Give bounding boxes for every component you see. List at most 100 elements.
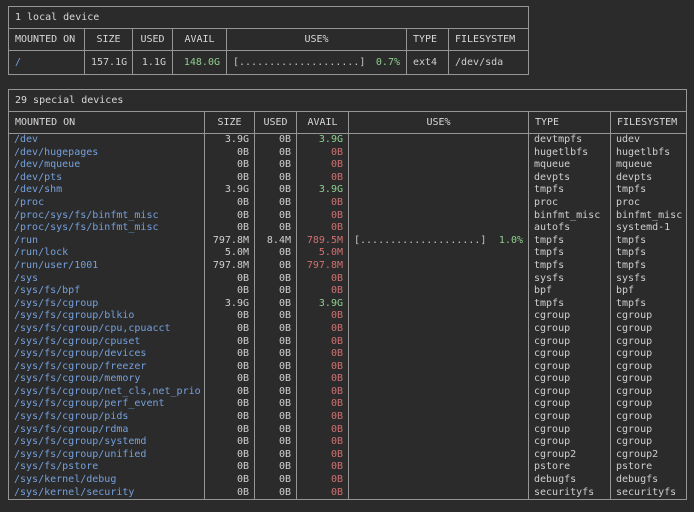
- cell-avail: 0B: [297, 172, 349, 185]
- cell-type: cgroup: [529, 436, 611, 449]
- cell-filesystem: /dev/sda: [449, 51, 529, 75]
- column-header-type: TYPE: [407, 29, 449, 51]
- table-title-row: 29 special devices: [9, 90, 687, 112]
- cell-mounted-on: /: [9, 51, 85, 75]
- cell-avail: 0B: [297, 436, 349, 449]
- cell-filesystem: mqueue: [611, 159, 687, 172]
- cell-type: sysfs: [529, 273, 611, 286]
- cell-type: ext4: [407, 51, 449, 75]
- usage-bar-track: [....................]: [354, 236, 486, 247]
- cell-mounted-on: /sys/fs/pstore: [9, 461, 205, 474]
- table-row: /run797.8M8.4M789.5M[...................…: [9, 235, 687, 248]
- cell-size: 0B: [205, 210, 255, 223]
- cell-type: cgroup2: [529, 449, 611, 462]
- usage-bar: [....................]1.0%: [354, 236, 523, 247]
- cell-size: 5.0M: [205, 247, 255, 260]
- cell-use-percent: [349, 424, 529, 437]
- cell-type: tmpfs: [529, 184, 611, 197]
- cell-avail: 3.9G: [297, 298, 349, 311]
- table-row: /sys/fs/bpf0B0B0Bbpfbpf: [9, 285, 687, 298]
- cell-mounted-on: /sys/fs/bpf: [9, 285, 205, 298]
- cell-avail: 3.9G: [297, 184, 349, 197]
- cell-size: 0B: [205, 310, 255, 323]
- cell-mounted-on: /run/user/1001: [9, 260, 205, 273]
- cell-filesystem: cgroup: [611, 424, 687, 437]
- cell-use-percent: [349, 474, 529, 487]
- cell-type: tmpfs: [529, 298, 611, 311]
- cell-filesystem: tmpfs: [611, 247, 687, 260]
- cell-use-percent: [349, 222, 529, 235]
- column-header-use-percent: USE%: [227, 29, 407, 51]
- cell-filesystem: cgroup: [611, 386, 687, 399]
- table-row: /sys/fs/cgroup/unified0B0B0Bcgroup2cgrou…: [9, 449, 687, 462]
- usage-bar: [....................]0.7%: [233, 57, 400, 68]
- cell-size: 0B: [205, 285, 255, 298]
- cell-filesystem: sysfs: [611, 273, 687, 286]
- cell-size: 0B: [205, 373, 255, 386]
- cell-size: 157.1G: [85, 51, 133, 75]
- cell-avail: 0B: [297, 461, 349, 474]
- cell-used: 0B: [255, 172, 297, 185]
- table-title-row: 1 local device: [9, 7, 529, 29]
- cell-avail: 0B: [297, 424, 349, 437]
- cell-avail: 0B: [297, 273, 349, 286]
- cell-mounted-on: /sys/fs/cgroup/blkio: [9, 310, 205, 323]
- cell-mounted-on: /sys/fs/cgroup/freezer: [9, 361, 205, 374]
- cell-size: 0B: [205, 348, 255, 361]
- cell-avail: 0B: [297, 449, 349, 462]
- cell-used: 0B: [255, 273, 297, 286]
- cell-use-percent: [349, 436, 529, 449]
- cell-used: 0B: [255, 247, 297, 260]
- column-header-use-percent: USE%: [349, 112, 529, 134]
- cell-filesystem: binfmt_misc: [611, 210, 687, 223]
- cell-avail: 0B: [297, 159, 349, 172]
- cell-mounted-on: /sys/fs/cgroup/rdma: [9, 424, 205, 437]
- cell-use-percent: [349, 247, 529, 260]
- cell-size: 0B: [205, 172, 255, 185]
- cell-avail: 148.0G: [173, 51, 227, 75]
- table-row: /dev/pts0B0B0Bdevptsdevpts: [9, 172, 687, 185]
- cell-size: 0B: [205, 461, 255, 474]
- cell-mounted-on: /sys/kernel/security: [9, 487, 205, 500]
- cell-avail: 0B: [297, 398, 349, 411]
- table-row: /dev/shm3.9G0B3.9Gtmpfstmpfs: [9, 184, 687, 197]
- column-header-size: SIZE: [85, 29, 133, 51]
- cell-used: 0B: [255, 461, 297, 474]
- cell-size: 0B: [205, 197, 255, 210]
- local-device-rows: /157.1G1.1G148.0G[....................]0…: [9, 51, 529, 75]
- cell-use-percent: [349, 449, 529, 462]
- column-header-filesystem: FILESYSTEM: [449, 29, 529, 51]
- cell-type: cgroup: [529, 424, 611, 437]
- cell-avail: 0B: [297, 373, 349, 386]
- cell-size: 3.9G: [205, 298, 255, 311]
- table-row: /sys/fs/cgroup/freezer0B0B0Bcgroupcgroup: [9, 361, 687, 374]
- usage-bar-track: [....................]: [233, 57, 365, 68]
- cell-type: cgroup: [529, 398, 611, 411]
- cell-size: 0B: [205, 336, 255, 349]
- table-row: /dev3.9G0B3.9Gdevtmpfsudev: [9, 134, 687, 147]
- cell-filesystem: tmpfs: [611, 298, 687, 311]
- table-row: /proc0B0B0Bprocproc: [9, 197, 687, 210]
- cell-filesystem: tmpfs: [611, 260, 687, 273]
- cell-size: 0B: [205, 222, 255, 235]
- cell-type: cgroup: [529, 361, 611, 374]
- terminal-output[interactable]: 1 local device MOUNTED ON SIZE USED AVAI…: [0, 0, 694, 506]
- cell-filesystem: tmpfs: [611, 235, 687, 248]
- cell-type: devtmpfs: [529, 134, 611, 147]
- cell-use-percent: [349, 298, 529, 311]
- table-row: /sys/fs/cgroup/perf_event0B0B0Bcgroupcgr…: [9, 398, 687, 411]
- cell-filesystem: cgroup: [611, 336, 687, 349]
- cell-avail: 0B: [297, 210, 349, 223]
- cell-size: 0B: [205, 398, 255, 411]
- local-device-table: 1 local device MOUNTED ON SIZE USED AVAI…: [8, 6, 529, 75]
- cell-use-percent: [349, 348, 529, 361]
- cell-mounted-on: /proc: [9, 197, 205, 210]
- cell-filesystem: cgroup: [611, 411, 687, 424]
- cell-filesystem: cgroup: [611, 373, 687, 386]
- cell-used: 0B: [255, 361, 297, 374]
- cell-filesystem: pstore: [611, 461, 687, 474]
- column-header-row: MOUNTED ON SIZE USED AVAIL USE% TYPE FIL…: [9, 29, 529, 51]
- cell-avail: 0B: [297, 386, 349, 399]
- cell-mounted-on: /sys/kernel/debug: [9, 474, 205, 487]
- cell-filesystem: hugetlbfs: [611, 147, 687, 160]
